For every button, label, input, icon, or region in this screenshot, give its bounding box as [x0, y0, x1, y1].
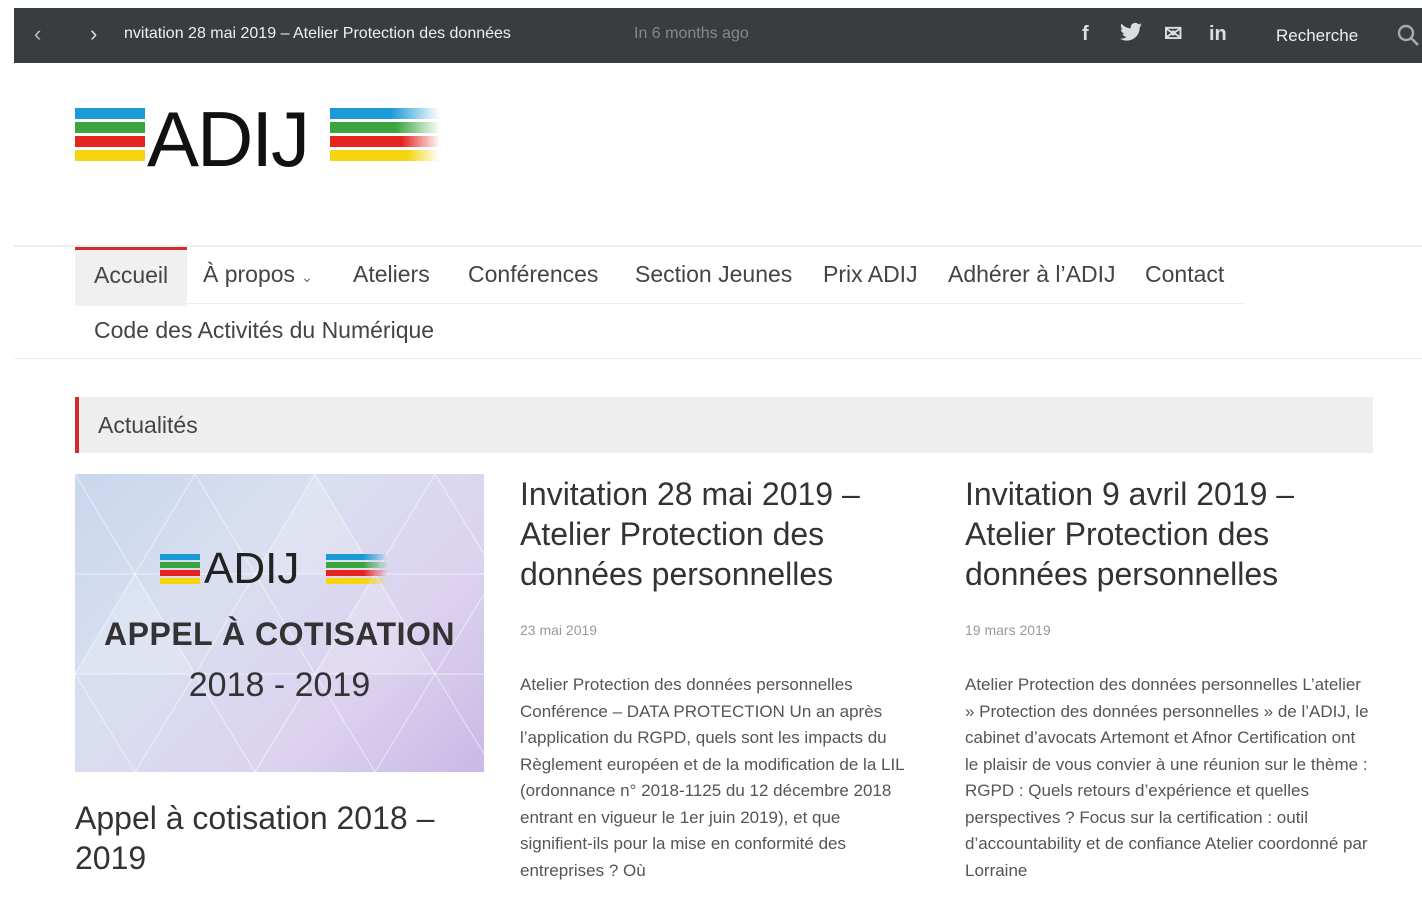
top-bar: ‹ › nvitation 28 mai 2019 – Atelier Prot… [14, 8, 1422, 63]
nav-item-code-activites[interactable]: Code des Activités du Numérique [94, 303, 434, 359]
post-date[interactable]: 19 mars 2019 [965, 622, 1051, 638]
post-excerpt: Atelier Protection des données personnel… [965, 675, 1369, 880]
twitter-icon[interactable] [1119, 22, 1143, 50]
page-left-margin [0, 0, 14, 905]
nav-item-adherer[interactable]: Adhérer à l’ADIJ [948, 247, 1115, 303]
post-excerpt: Atelier Protection des données personnel… [520, 675, 905, 880]
nav-item-contact[interactable]: Contact [1145, 247, 1224, 303]
nav-item-prix-adij[interactable]: Prix ADIJ [823, 247, 918, 303]
featured-post-title[interactable]: Appel à cotisation 2018 – 2019 [75, 798, 495, 878]
news-ticker-time: In 6 months ago [634, 25, 749, 42]
site-logo[interactable]: ADIJ [75, 95, 445, 183]
section-title: Actualités [98, 412, 198, 438]
logo-stripes-left [75, 108, 145, 164]
featured-image-logo: ADIJ [160, 544, 400, 598]
post-card: Invitation 28 mai 2019 – Atelier Protect… [520, 474, 920, 880]
nav-item-accueil[interactable]: Accueil [75, 247, 188, 306]
post-card: Invitation 9 avril 2019 – Atelier Protec… [965, 474, 1369, 880]
search-input[interactable]: Recherche [1276, 26, 1358, 46]
chevron-down-icon: ⌄ [301, 269, 313, 285]
logo-stripes-right [330, 108, 440, 164]
nav-bottom-divider [14, 358, 1422, 359]
news-ticker-link[interactable]: nvitation 28 mai 2019 – Atelier Protecti… [124, 25, 564, 43]
post-title[interactable]: Invitation 9 avril 2019 – Atelier Protec… [965, 474, 1365, 594]
ticker-prev-icon[interactable]: ‹ [34, 22, 41, 46]
nav-item-a-propos[interactable]: À propos ⌄ [203, 247, 313, 303]
featured-image[interactable]: ADIJ APPEL À COTISATION 2018 - 2019 [75, 474, 484, 772]
featured-image-years: 2018 - 2019 [188, 666, 371, 704]
ticker-next-icon[interactable]: › [90, 22, 97, 46]
email-icon[interactable]: ✉ [1164, 22, 1182, 46]
section-header: Actualités [75, 397, 1373, 453]
post-date[interactable]: 23 mai 2019 [520, 622, 597, 638]
post-title[interactable]: Invitation 28 mai 2019 – Atelier Protect… [520, 474, 920, 594]
nav-item-ateliers[interactable]: Ateliers [353, 247, 430, 303]
facebook-icon[interactable]: f [1082, 22, 1089, 46]
search-icon[interactable] [1396, 23, 1420, 47]
nav-item-conferences[interactable]: Conférences [468, 247, 598, 303]
featured-image-title: APPEL À COTISATION [104, 616, 455, 652]
linkedin-icon[interactable]: in [1209, 22, 1227, 46]
page-top-margin [0, 0, 1422, 8]
nav-item-section-jeunes[interactable]: Section Jeunes [635, 247, 792, 303]
logo-text: ADIJ [147, 95, 310, 183]
nav-row-divider [75, 303, 1245, 304]
